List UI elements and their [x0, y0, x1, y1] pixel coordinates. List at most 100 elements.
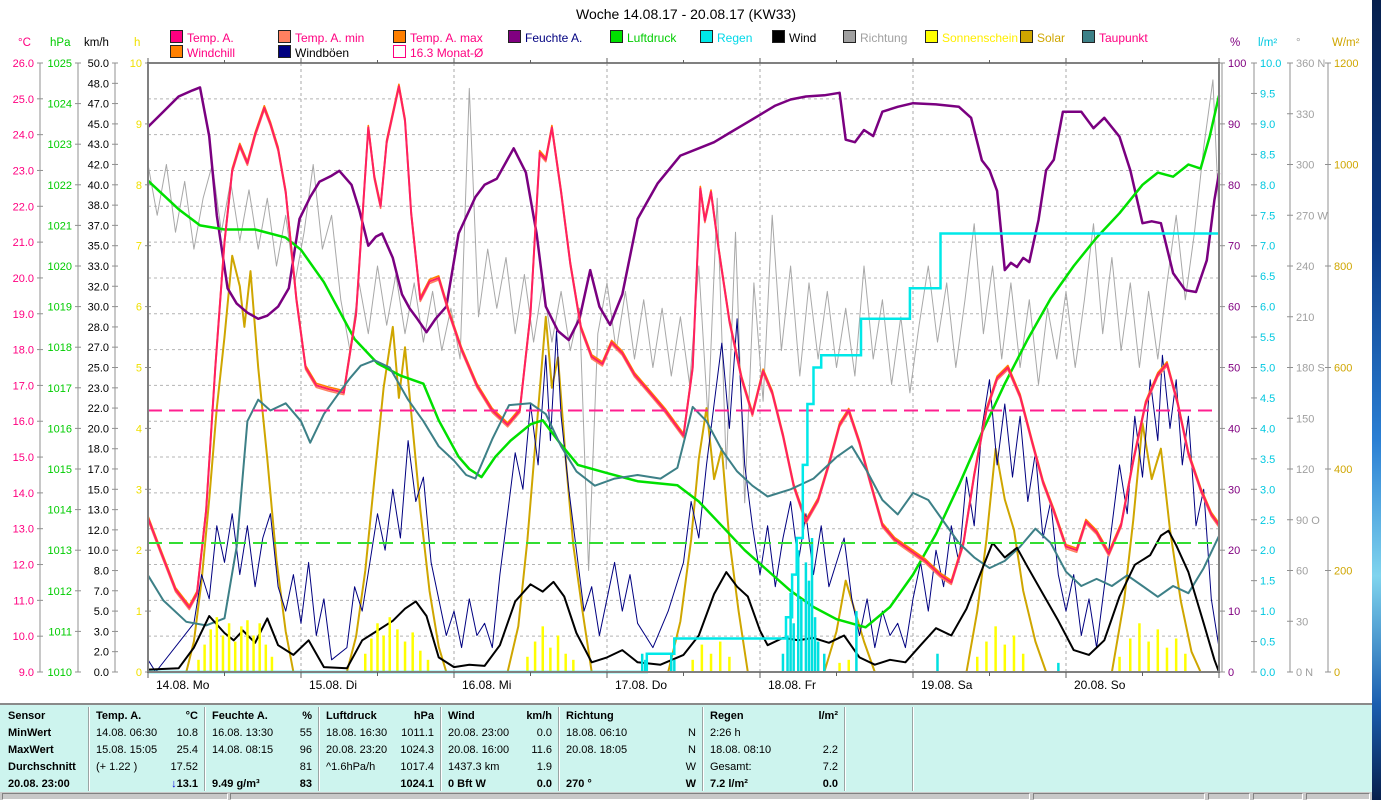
table-cell: MaxWert [8, 744, 54, 756]
axis-tick-label-°C: 21.0 [13, 237, 34, 249]
x-axis-day-label: 15.08. Di [309, 678, 357, 692]
table-cell: 9.49 g/m³ 83 [212, 778, 312, 790]
axis-tick-label-°C: 25.0 [13, 94, 34, 106]
axis-tick-label-km/h: 5.0 [94, 606, 109, 618]
axis-tick-label-°: 30 [1296, 616, 1308, 628]
axis-tick-label-l/m²: 9.5 [1260, 88, 1275, 100]
status-bar-segment [1208, 793, 1250, 800]
axis-tick-label-l/m²: 2.5 [1260, 515, 1275, 527]
axis-tick-label-l/m²: 4.0 [1260, 423, 1275, 435]
table-cell: Gesamt: 7.2 [710, 761, 838, 773]
axis-tick-label-km/h: 22.0 [88, 403, 109, 415]
axis-tick-label-km/h: 28.0 [88, 322, 109, 334]
axis-tick-label-km/h: 40.0 [88, 180, 109, 192]
axis-tick-label-h: 6 [136, 302, 142, 314]
axis-tick-label-hPa: 1018 [48, 342, 72, 354]
sensor-stats-table: Sensor MinWert MaxWert Durchschnitt 20.08. 2… [0, 703, 1372, 794]
axis-tick-label-%: 50 [1228, 363, 1240, 375]
table-cell: (+ 1.22 ) 17.52 [96, 761, 198, 773]
axis-tick-label-°C: 9.0 [19, 667, 34, 679]
axis-tick-label-km/h: 2.0 [94, 647, 109, 659]
axis-tick-label-l/m²: 6.5 [1260, 271, 1275, 283]
axis-tick-label-h: 7 [136, 241, 142, 253]
week-chart[interactable]: 26.025.024.023.022.021.020.019.018.017.0… [0, 0, 1372, 700]
table-cell: Sensor [8, 710, 46, 722]
axis-tick-label-l/m²: 6.0 [1260, 302, 1275, 314]
axis-header-°C: °C [18, 37, 31, 49]
axis-tick-label-W/m²: 0 [1334, 667, 1340, 679]
axis-tick-label-hPa: 1014 [48, 505, 72, 517]
axis-tick-label-h: 0 [136, 667, 142, 679]
axis-tick-label-h: 1 [136, 606, 142, 618]
axis-tick-label-°: 120 [1296, 464, 1314, 476]
table-column-0: Sensor MinWert MaxWert Durchschnitt 20.08. 2… [2, 705, 90, 793]
table-cell: Temp. A. °C [96, 710, 198, 722]
table-column-7 [846, 705, 914, 793]
axis-tick-label-°C: 22.0 [13, 201, 34, 213]
table-cell: 14.08. 08:15 96 [212, 744, 312, 756]
axis-tick-label-°C: 19.0 [13, 309, 34, 321]
axis-tick-label-°: 360 N [1296, 58, 1325, 70]
axis-header-hPa: hPa [50, 37, 71, 49]
axis-tick-label-l/m²: 8.0 [1260, 180, 1275, 192]
axis-tick-label-°C: 24.0 [13, 130, 34, 142]
axis-tick-label-km/h: 17.0 [88, 464, 109, 476]
table-cell: 81 [299, 761, 312, 773]
axis-tick-label-h: 4 [136, 423, 142, 435]
table-cell [852, 708, 906, 725]
axis-tick-label-l/m²: 5.5 [1260, 332, 1275, 344]
table-cell: Feuchte A.% [212, 710, 312, 722]
axis-tick-label-°: 90 O [1296, 515, 1320, 527]
table-cell [852, 742, 906, 759]
axis-tick-label-km/h: 42.0 [88, 159, 109, 171]
status-bar-segment [230, 793, 1030, 800]
axis-tick-label-°: 300 [1296, 160, 1314, 172]
weather-app-window: Woche 14.08.17 - 20.08.17 (KW33) Temp. A… [0, 0, 1381, 800]
table-column-Regen: Regen l/m² 2:26 h 18.08. 08:10 2.2 Gesamt: 7.2… [704, 705, 846, 793]
axis-tick-label-hPa: 1022 [48, 180, 72, 192]
axis-tick-label-°C: 13.0 [13, 524, 34, 536]
axis-tick-label-km/h: 18.0 [88, 444, 109, 456]
table-cell [920, 725, 1364, 742]
x-axis-day-label: 17.08. Do [615, 678, 667, 692]
axis-tick-label-°C: 26.0 [13, 58, 34, 70]
axis-header-h: h [134, 37, 140, 49]
table-cell: 20.08. 16:00 11.6 [448, 744, 552, 756]
table-cell: 270 ° W [566, 778, 696, 790]
table-cell: 7.2 l/m² 0.0 [710, 778, 838, 790]
table-cell [852, 776, 906, 793]
axis-tick-label-°C: 20.0 [13, 273, 34, 285]
table-cell: 15.08. 15:05 25.4 [96, 744, 198, 756]
axis-tick-label-km/h: 45.0 [88, 119, 109, 131]
axis-tick-label-h: 2 [136, 545, 142, 557]
axis-tick-label-°C: 11.0 [13, 595, 34, 607]
axis-tick-label-km/h: 37.0 [88, 220, 109, 232]
status-bar-segment [1306, 793, 1370, 800]
axis-tick-label-km/h: 33.0 [88, 261, 109, 273]
axis-header-W/m²: W/m² [1332, 37, 1360, 49]
axis-tick-label-km/h: 32.0 [88, 281, 109, 293]
axis-tick-label-°: 330 [1296, 109, 1314, 121]
axis-tick-label-hPa: 1016 [48, 423, 72, 435]
axis-tick-label-km/h: 15.0 [88, 484, 109, 496]
status-bar-segment [2, 793, 228, 800]
axis-tick-label-%: 100 [1228, 58, 1246, 70]
axis-tick-label-km/h: 50.0 [88, 58, 109, 70]
table-column-8 [914, 705, 1372, 793]
table-cell [852, 759, 906, 776]
axis-tick-label-°C: 18.0 [13, 345, 34, 357]
axis-header-km/h: km/h [84, 37, 109, 49]
table-cell: ^1.6hPa/h 1017.4 [326, 761, 434, 773]
table-cell: 20.08. 23:20 1024.3 [326, 744, 434, 756]
axis-tick-label-km/h: 43.0 [88, 139, 109, 151]
axis-tick-label-km/h: 13.0 [88, 505, 109, 517]
x-axis-day-label: 19.08. Sa [921, 678, 973, 692]
axis-tick-label-W/m²: 200 [1334, 566, 1352, 578]
axis-tick-label-km/h: 38.0 [88, 200, 109, 212]
axis-tick-label-%: 80 [1228, 180, 1240, 192]
table-cell: Luftdruck hPa [326, 710, 434, 722]
axis-tick-label-°C: 17.0 [13, 380, 34, 392]
axis-tick-label-h: 8 [136, 180, 142, 192]
axis-tick-label-W/m²: 800 [1334, 261, 1352, 273]
table-cell [920, 708, 1364, 725]
